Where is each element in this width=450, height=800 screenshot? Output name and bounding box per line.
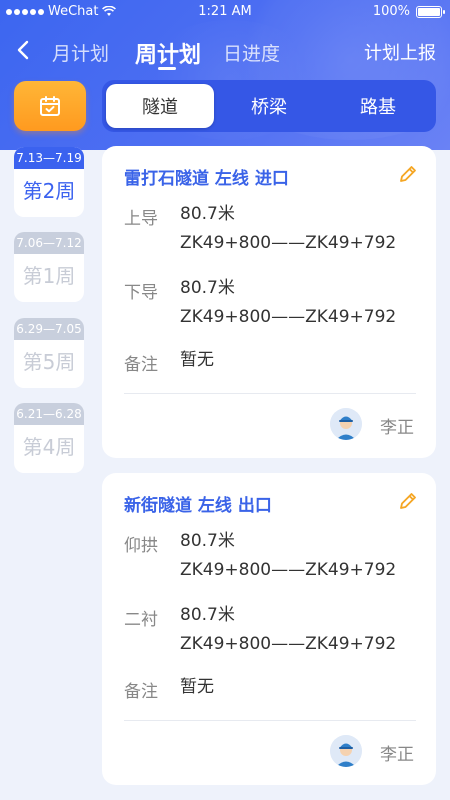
person-name: 李正 bbox=[380, 745, 414, 765]
tab-week-plan[interactable]: 周计划 bbox=[135, 37, 201, 69]
note-value: 暂无 bbox=[180, 350, 214, 370]
week-item[interactable]: 6.29—7.05 第5周 bbox=[14, 318, 84, 388]
note-label: 备注 bbox=[124, 682, 158, 702]
note-label: 备注 bbox=[124, 355, 158, 375]
card-divider bbox=[124, 720, 416, 721]
week-label: 第1周 bbox=[22, 264, 76, 288]
row-range: ZK49+800——ZK49+792 bbox=[180, 233, 397, 253]
row-range: ZK49+800——ZK49+792 bbox=[180, 307, 397, 327]
calendar-check-icon bbox=[40, 96, 60, 116]
segment-roadbed[interactable]: 路基 bbox=[324, 84, 432, 128]
week-label: 第4周 bbox=[22, 435, 76, 459]
segment-bridge[interactable]: 桥梁 bbox=[215, 84, 323, 128]
segment-tunnel[interactable]: 隧道 bbox=[106, 84, 214, 128]
row-label: 仰拱 bbox=[124, 536, 158, 556]
row-length: 80.7米 bbox=[180, 204, 235, 224]
battery-percent: 100% bbox=[372, 4, 410, 19]
active-tab-indicator bbox=[158, 67, 176, 70]
row-length: 80.7米 bbox=[180, 278, 235, 298]
card-title: 雷打石隧道 左线 进口 bbox=[124, 169, 289, 189]
row-label: 下导 bbox=[124, 283, 158, 303]
note-value: 暂无 bbox=[180, 677, 214, 697]
row-label: 二衬 bbox=[124, 610, 158, 630]
pencil-icon[interactable] bbox=[398, 164, 418, 184]
worker-avatar-icon bbox=[330, 735, 362, 767]
week-item[interactable]: 7.06—7.12 第1周 bbox=[14, 232, 84, 302]
plan-card: 新街隧道 左线 出口 仰拱 80.7米 ZK49+800——ZK49+792 二… bbox=[102, 473, 436, 785]
row-range: ZK49+800——ZK49+792 bbox=[180, 560, 397, 580]
tab-daily-progress[interactable]: 日进度 bbox=[223, 39, 280, 66]
card-title: 新街隧道 左线 出口 bbox=[124, 496, 272, 516]
week-range: 6.21—6.28 bbox=[14, 403, 84, 425]
battery-group: 100% bbox=[372, 4, 445, 19]
card-divider bbox=[124, 393, 416, 394]
status-bar: WeChat 1:21 AM 100% bbox=[0, 0, 450, 24]
category-segment-control: 隧道 桥梁 路基 bbox=[102, 80, 436, 132]
pencil-icon[interactable] bbox=[398, 491, 418, 511]
header-background: WeChat 1:21 AM 100% 月计划 周计划 日进度 计划上报 隧道 … bbox=[0, 0, 450, 150]
week-range: 7.06—7.12 bbox=[14, 232, 84, 254]
row-length: 80.7米 bbox=[180, 531, 235, 551]
row-label: 上导 bbox=[124, 209, 158, 229]
person-name: 李正 bbox=[380, 418, 414, 438]
calendar-button[interactable] bbox=[14, 81, 86, 131]
week-item[interactable]: 6.21—6.28 第4周 bbox=[14, 403, 84, 473]
week-label: 第5周 bbox=[22, 350, 76, 374]
week-range: 7.13—7.19 bbox=[14, 147, 84, 169]
week-item-active[interactable]: 7.13—7.19 第2周 bbox=[14, 147, 84, 217]
tab-month-plan[interactable]: 月计划 bbox=[52, 39, 109, 66]
worker-avatar-icon bbox=[330, 408, 362, 440]
nav-bar: 月计划 周计划 日进度 计划上报 bbox=[0, 30, 450, 74]
back-chevron-icon[interactable] bbox=[12, 38, 36, 62]
plan-report-button[interactable]: 计划上报 bbox=[364, 39, 436, 65]
row-range: ZK49+800——ZK49+792 bbox=[180, 634, 397, 654]
plan-card: 雷打石隧道 左线 进口 上导 80.7米 ZK49+800——ZK49+792 … bbox=[102, 146, 436, 458]
battery-icon bbox=[416, 5, 445, 18]
row-length: 80.7米 bbox=[180, 605, 235, 625]
week-label: 第2周 bbox=[22, 179, 76, 203]
week-range: 6.29—7.05 bbox=[14, 318, 84, 340]
